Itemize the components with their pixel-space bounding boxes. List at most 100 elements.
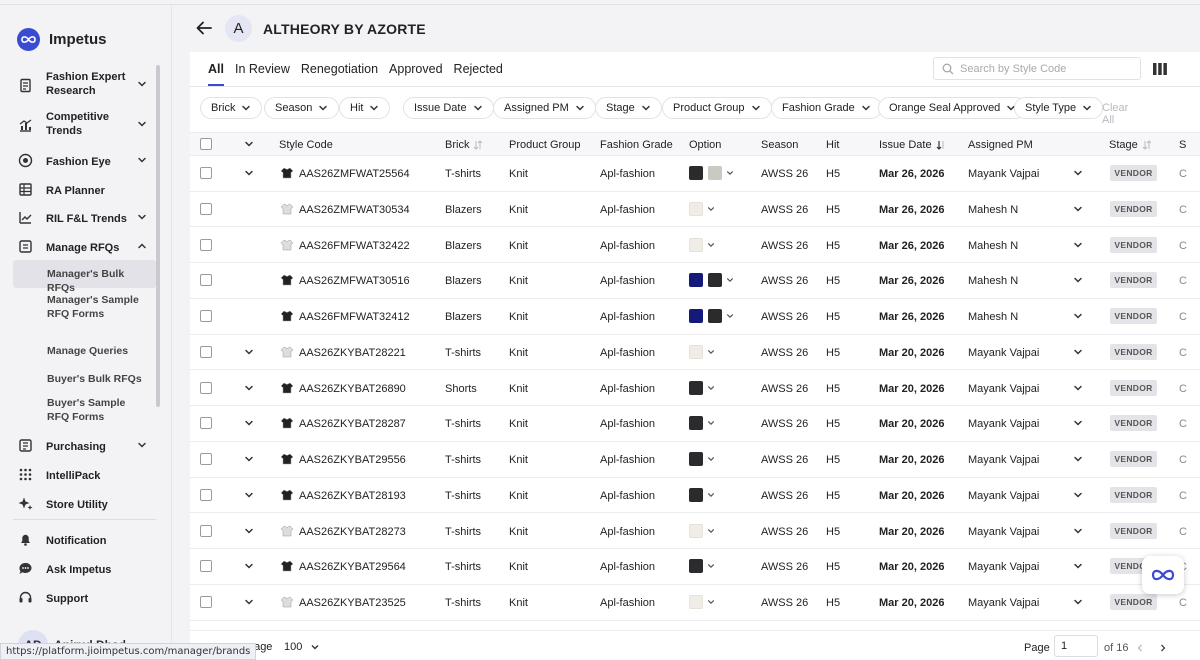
table-row[interactable]: AAS26FMFWAT32412 Blazers Knit Apl-fashion AW… (190, 299, 1200, 335)
sidebar-item-intellipack[interactable]: IntelliPack (0, 465, 160, 489)
sidebar-item-store-utility[interactable]: Store Utility (0, 494, 160, 518)
expand-row-chevron-icon[interactable] (244, 347, 254, 357)
color-swatch[interactable] (689, 201, 703, 216)
row-checkbox[interactable] (200, 202, 212, 215)
search-input[interactable] (960, 62, 1130, 75)
expand-row-chevron-icon[interactable] (244, 383, 254, 393)
search-box[interactable] (933, 57, 1141, 80)
back-arrow-icon[interactable] (195, 19, 213, 37)
color-swatch[interactable] (689, 416, 703, 431)
filter-season[interactable]: Season (264, 97, 340, 119)
row-checkbox[interactable] (200, 453, 212, 465)
column-header-stage[interactable]: Stage (1109, 139, 1151, 151)
sort-icon[interactable] (1142, 140, 1151, 150)
next-page-icon[interactable] (1159, 644, 1167, 652)
color-swatch[interactable] (708, 309, 722, 323)
option-dropdown-chevron-icon[interactable] (707, 348, 715, 356)
color-swatch[interactable] (689, 237, 703, 252)
assigned-pm-chevron-icon[interactable] (1073, 597, 1083, 607)
sidebar-item-ra-planner[interactable]: RA Planner (0, 180, 160, 210)
sidebar-item-ask-impetus[interactable]: Ask Impetus (0, 559, 160, 583)
assigned-pm-chevron-icon[interactable] (1073, 347, 1083, 357)
table-row[interactable]: AAS26ZMFWAT25564 T-shirts Knit Apl-fashion A… (190, 156, 1200, 192)
row-checkbox[interactable] (200, 417, 212, 430)
expand-row-chevron-icon[interactable] (244, 454, 254, 464)
expand-all-chevron-icon[interactable] (244, 139, 254, 149)
row-checkbox[interactable] (200, 274, 212, 287)
option-dropdown-chevron-icon[interactable] (707, 598, 715, 606)
filter-product-group[interactable]: Product Group (662, 97, 772, 119)
sidebar-subitem-buyer-s-bulk-rfqs[interactable]: Buyer's Bulk RFQs (13, 365, 156, 393)
filter-orange-seal-approved[interactable]: Orange Seal Approved (878, 97, 1028, 119)
table-row[interactable]: AAS26ZMFWAT30534 Blazers Knit Apl-fashion AW… (190, 192, 1200, 228)
expand-row-chevron-icon[interactable] (244, 526, 254, 536)
assigned-pm-chevron-icon[interactable] (1073, 383, 1083, 393)
row-checkbox[interactable] (200, 167, 212, 179)
filter-style-type[interactable]: Style Type (1014, 97, 1104, 119)
table-row[interactable]: AAS26ZKYBAT28221 T-shirts Knit Apl-fashion A… (190, 335, 1200, 371)
columns-icon[interactable] (1153, 62, 1167, 76)
row-checkbox[interactable] (200, 488, 212, 501)
assigned-pm-chevron-icon[interactable] (1073, 240, 1083, 250)
color-swatch[interactable] (689, 487, 703, 502)
row-checkbox[interactable] (200, 381, 212, 394)
sidebar-subitem-buyer-s-sample-rfq-forms[interactable]: Buyer's Sample RFQ Forms (13, 393, 156, 423)
color-swatch[interactable] (689, 452, 703, 466)
table-row[interactable]: AAS26ZKYBAT29556 T-shirts Knit Apl-fashion A… (190, 442, 1200, 478)
filter-issue-date[interactable]: Issue Date (403, 97, 494, 119)
sidebar-subitem-manager-s-bulk-rfqs[interactable]: Manager's Bulk RFQs (13, 260, 156, 294)
color-swatch[interactable] (708, 166, 722, 180)
color-swatch[interactable] (689, 309, 703, 323)
assigned-pm-chevron-icon[interactable] (1073, 275, 1083, 285)
option-dropdown-chevron-icon[interactable] (707, 205, 715, 213)
table-row[interactable]: AAS26ZKYBAT28193 T-shirts Knit Apl-fashion A… (190, 478, 1200, 514)
option-dropdown-chevron-icon[interactable] (707, 562, 715, 570)
table-row[interactable]: AAS26ZKYBAT29564 T-shirts Knit Apl-fashion A… (190, 549, 1200, 585)
row-checkbox[interactable] (200, 596, 212, 608)
page-number-input[interactable]: 1 (1054, 635, 1098, 657)
filter-brick[interactable]: Brick (200, 97, 263, 119)
color-swatch[interactable] (689, 380, 703, 395)
table-row[interactable]: AAS26ZMFWAT30516 Blazers Knit Apl-fashion AW… (190, 263, 1200, 299)
expand-row-chevron-icon[interactable] (244, 561, 254, 571)
row-checkbox[interactable] (200, 238, 212, 251)
tab-all[interactable]: All (208, 62, 224, 86)
expand-row-chevron-icon[interactable] (244, 418, 254, 428)
app-logo[interactable]: Impetus (17, 28, 107, 51)
option-dropdown-chevron-icon[interactable] (726, 312, 734, 320)
option-dropdown-chevron-icon[interactable] (707, 241, 715, 249)
tab-approved[interactable]: Approved (389, 62, 443, 86)
row-checkbox[interactable] (200, 560, 212, 573)
table-row[interactable]: AAS26FMFWAT32422 Blazers Knit Apl-fashion AW… (190, 228, 1200, 264)
expand-row-chevron-icon[interactable] (244, 597, 254, 607)
option-dropdown-chevron-icon[interactable] (726, 169, 734, 177)
ask-impetus-fab[interactable] (1142, 556, 1184, 594)
assigned-pm-chevron-icon[interactable] (1073, 311, 1083, 321)
filter-stage[interactable]: Stage (595, 97, 662, 119)
tab-renegotiation[interactable]: Renegotiation (301, 62, 378, 86)
sidebar-item-purchasing[interactable]: Purchasing (0, 436, 160, 460)
assigned-pm-chevron-icon[interactable] (1073, 454, 1083, 464)
color-swatch[interactable] (689, 344, 703, 359)
assigned-pm-chevron-icon[interactable] (1073, 418, 1083, 428)
expand-row-chevron-icon[interactable] (244, 168, 254, 178)
row-checkbox[interactable] (200, 524, 212, 537)
sort-desc-icon[interactable] (936, 140, 945, 150)
filter-hit[interactable]: Hit (339, 97, 391, 119)
assigned-pm-chevron-icon[interactable] (1073, 490, 1083, 500)
sidebar-subitem-manage-queries[interactable]: Manage Queries (13, 337, 156, 365)
color-swatch[interactable] (689, 595, 703, 609)
assigned-pm-chevron-icon[interactable] (1073, 561, 1083, 571)
color-swatch[interactable] (689, 559, 703, 574)
sidebar-item-fashion-eye[interactable]: Fashion Eye (0, 151, 160, 181)
sidebar-item-competitive-trends[interactable]: Competitive Trends (0, 110, 160, 140)
color-swatch[interactable] (708, 273, 722, 288)
column-header-issue-date[interactable]: Issue Date (879, 139, 945, 151)
prev-page-icon[interactable] (1136, 644, 1144, 652)
assigned-pm-chevron-icon[interactable] (1073, 204, 1083, 214)
option-dropdown-chevron-icon[interactable] (707, 419, 715, 427)
column-header-brick[interactable]: Brick (445, 139, 483, 151)
tab-rejected[interactable]: Rejected (454, 62, 503, 86)
table-row[interactable]: AAS26ZKYBAT28287 T-shirts Knit Apl-fashion A… (190, 406, 1200, 442)
sort-icon[interactable] (473, 140, 483, 150)
